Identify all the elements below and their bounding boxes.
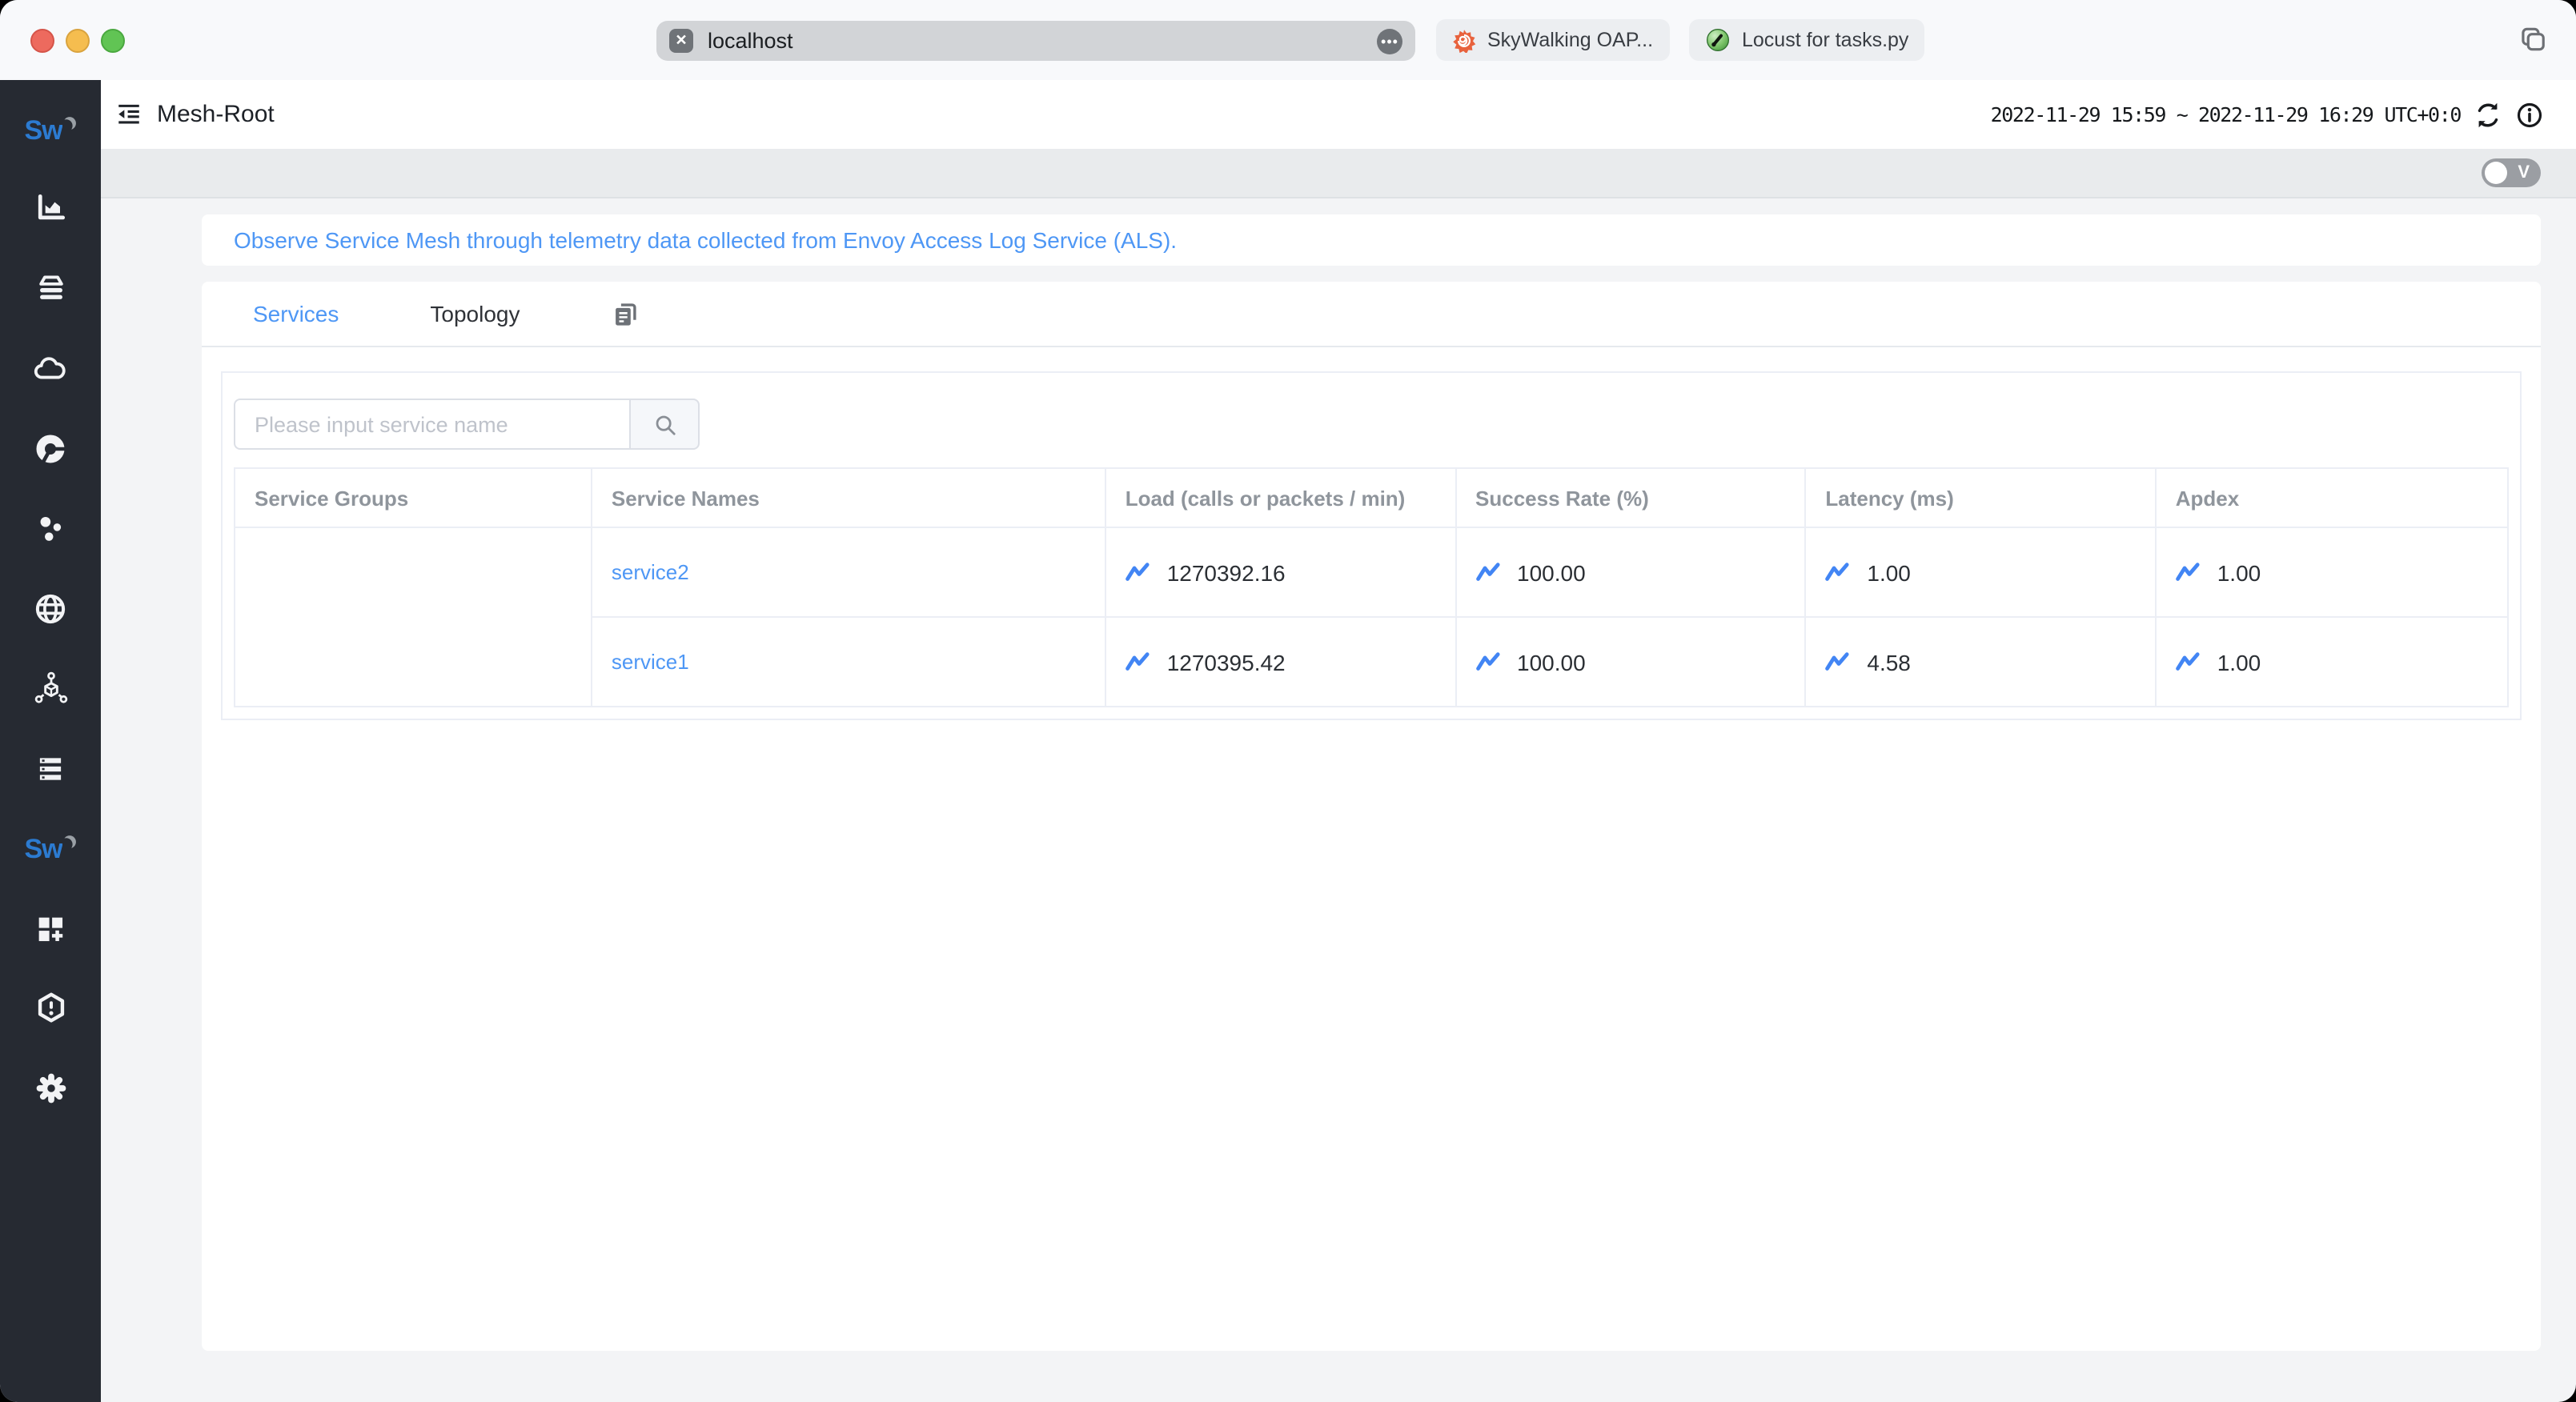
minimize-window-button[interactable] — [66, 28, 90, 52]
menu-fold-icon[interactable] — [115, 101, 142, 128]
copy-document-icon[interactable] — [611, 300, 638, 327]
skywalking-logo: Sw — [24, 110, 76, 149]
services-table: Service Groups Service Names Load (calls… — [234, 467, 2510, 707]
search-button[interactable] — [629, 399, 700, 450]
trend-chart-icon[interactable] — [1825, 562, 1852, 583]
copy-window-icon[interactable] — [2517, 24, 2547, 62]
apdex-value: 1.00 — [2217, 559, 2261, 585]
close-window-button[interactable] — [30, 28, 54, 52]
browser-tab-skywalking[interactable]: SkyWalking OAP... — [1436, 19, 1670, 61]
timezone-label: UTC+0:0 — [2384, 102, 2462, 126]
database-icon — [38, 275, 62, 299]
sidebar-item-new-dashboard[interactable] — [31, 909, 70, 947]
trend-chart-icon[interactable] — [2175, 651, 2203, 672]
trend-chart-icon[interactable] — [1125, 651, 1153, 672]
sidebar-item-general-service[interactable] — [31, 189, 70, 227]
clear-url-icon[interactable]: ✕ — [669, 29, 693, 53]
cloud-icon — [34, 356, 66, 379]
sidebar-item-alerting[interactable] — [31, 989, 70, 1027]
logo-crescent-icon — [62, 116, 76, 130]
column-service-names: Service Names — [590, 467, 1106, 528]
sidebar-item-settings[interactable] — [31, 1069, 70, 1108]
toggle-label: V — [2518, 162, 2530, 182]
column-load: Load (calls or packets / min) — [1104, 467, 1457, 528]
column-success-rate: Success Rate (%) — [1455, 467, 1807, 528]
toggle-knob — [2485, 162, 2507, 184]
sidebar-item-cloud[interactable] — [31, 349, 70, 387]
address-bar[interactable]: ✕ localhost ••• — [656, 21, 1415, 61]
page-title: Mesh-Root — [157, 101, 275, 128]
trend-chart-icon[interactable] — [2175, 562, 2203, 583]
sidebar-item-bubbles[interactable] — [31, 509, 70, 547]
zoom-window-button[interactable] — [101, 28, 125, 52]
skywalking-flame-icon — [1453, 29, 1476, 52]
grid-plus-icon — [38, 916, 63, 941]
service-search — [234, 399, 2509, 450]
browser-tab-label: Locust for tasks.py — [1742, 29, 1909, 51]
browser-tab-label: SkyWalking OAP... — [1487, 29, 1654, 51]
sidebar-item-infrastructure[interactable] — [31, 749, 70, 787]
trend-chart-icon[interactable] — [1825, 651, 1852, 672]
trend-chart-icon[interactable] — [1475, 651, 1503, 672]
service-group-cell — [234, 527, 592, 707]
tab-bar: Services Topology — [202, 282, 2541, 347]
sidebar-item-browser[interactable] — [31, 589, 70, 627]
refresh-icon[interactable] — [2474, 100, 2502, 129]
service-link[interactable]: service2 — [612, 559, 689, 583]
tab-services[interactable]: Services — [253, 301, 339, 326]
column-latency: Latency (ms) — [1804, 467, 2157, 528]
tab-topology[interactable]: Topology — [430, 301, 520, 326]
search-icon — [655, 415, 675, 435]
table-header-row: Service Groups Service Names Load (calls… — [234, 467, 2510, 528]
version-toggle[interactable]: V — [2482, 158, 2541, 187]
service-link[interactable]: service1 — [612, 649, 689, 673]
sidebar-item-skywalking-active[interactable]: Sw — [24, 829, 76, 867]
server-list-icon — [39, 757, 62, 779]
browser-tab-locust[interactable]: Locust for tasks.py — [1689, 19, 1925, 61]
donut-chart-icon — [36, 434, 66, 463]
time-range[interactable]: 2022-11-29 15:59 ~ 2022-11-29 16:29 — [1991, 102, 2374, 126]
mesh-panel: Services Topology Please input service n… — [202, 282, 2541, 1351]
trend-chart-icon[interactable] — [1475, 562, 1503, 583]
info-icon[interactable] — [2515, 100, 2544, 129]
apdex-value: 1.00 — [2217, 649, 2261, 675]
sidebar-item-profile[interactable] — [31, 429, 70, 467]
banner-text: Observe Service Mesh through telemetry d… — [234, 227, 1178, 253]
logo-crescent-icon — [62, 835, 76, 849]
locust-icon — [1707, 29, 1729, 51]
window-controls — [30, 28, 125, 52]
page-header: Mesh-Root 2022-11-29 15:59 ~ 2022-11-29 … — [101, 80, 2576, 149]
sidebar: Sw Sw — [0, 80, 101, 1402]
load-value: 1270392.16 — [1166, 559, 1286, 585]
services-card: Service Groups Service Names Load (calls… — [221, 371, 2522, 720]
sidebar-item-database[interactable] — [31, 269, 70, 307]
globe-icon — [35, 593, 66, 623]
latency-value: 1.00 — [1867, 559, 1911, 585]
info-banner: Observe Service Mesh through telemetry d… — [202, 214, 2541, 266]
more-options-icon[interactable]: ••• — [1377, 28, 1402, 54]
url-text[interactable]: localhost — [708, 29, 1377, 53]
browser-window: ✕ localhost ••• SkyWalking OAP... Locust… — [0, 0, 2576, 1402]
success-rate-value: 100.00 — [1517, 559, 1586, 585]
table-row: service2 1270392.16 100.00 1.00 1.00 — [234, 527, 2510, 707]
mesh-cube-icon — [34, 671, 67, 703]
content-area: Observe Service Mesh through telemetry d… — [101, 198, 2576, 1402]
bar-chart-icon — [37, 194, 65, 220]
column-apdex: Apdex — [2154, 467, 2510, 528]
gear-icon — [35, 1073, 66, 1104]
sidebar-item-service-mesh[interactable] — [31, 669, 70, 707]
alert-hexagon-icon — [37, 992, 64, 1023]
trend-chart-icon[interactable] — [1125, 562, 1153, 583]
latency-value: 4.58 — [1867, 649, 1911, 675]
success-rate-value: 100.00 — [1517, 649, 1586, 675]
service-search-input[interactable] — [234, 399, 629, 450]
browser-chrome: ✕ localhost ••• SkyWalking OAP... Locust… — [0, 0, 2576, 80]
column-service-groups: Service Groups — [234, 467, 592, 528]
dashboard-toolbar: V — [101, 149, 2576, 198]
bubbles-icon — [40, 515, 62, 540]
load-value: 1270395.42 — [1166, 649, 1286, 675]
